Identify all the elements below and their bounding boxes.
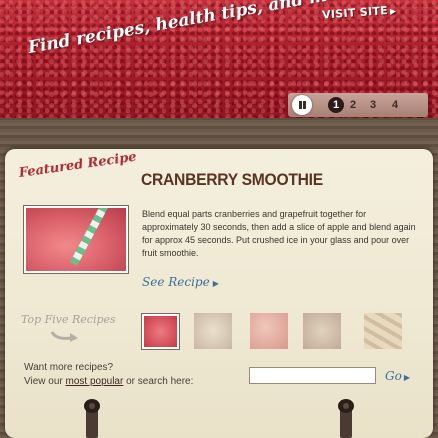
slide-pager: 1 2 3 4: [288, 93, 428, 117]
triangle-right-icon: ▶: [403, 373, 410, 382]
recipe-photo[interactable]: [23, 205, 129, 274]
more-recipes-question: Want more recipes?: [24, 362, 114, 373]
pause-icon[interactable]: [292, 95, 312, 115]
page-4-button[interactable]: 4: [387, 97, 403, 113]
cranberry-banner: Find recipes, health tips, and more VISI…: [0, 0, 438, 126]
go-label: Go: [385, 369, 402, 383]
more-recipes-text: Want more recipes? View our most popular…: [24, 361, 193, 389]
see-recipe-link[interactable]: See Recipe ▶: [142, 275, 219, 289]
go-button[interactable]: Go ▶: [385, 369, 410, 383]
dish-thumb-image: [303, 313, 341, 349]
banner-tagline: Find recipes, health tips, and more: [26, 0, 359, 58]
visit-site-link[interactable]: VISIT SITE▶: [321, 3, 397, 22]
top-recipe-thumb-3[interactable]: [250, 313, 288, 349]
see-recipe-label: See Recipe: [142, 275, 210, 289]
straw-graphic: [70, 208, 110, 266]
search-prefix: or search here:: [123, 376, 194, 387]
triangle-right-icon: ▶: [212, 279, 219, 288]
most-popular-link[interactable]: most popular: [66, 376, 124, 387]
recipe-description: Blend equal parts cranberries and grapef…: [142, 209, 416, 258]
binder-ring-icon: [338, 399, 354, 438]
top-recipe-thumb-2[interactable]: [194, 313, 232, 349]
more-recipes-line: View our most popular or search here:: [24, 375, 193, 389]
bars-thumb-image: [364, 313, 402, 349]
binder-ring-icon: [84, 399, 100, 438]
top-five-label: Top Five Recipes: [21, 313, 116, 326]
curved-arrow-icon: [50, 331, 78, 342]
page-3-button[interactable]: 3: [365, 97, 381, 113]
recipe-card: [5, 149, 433, 438]
view-prefix: View our: [24, 376, 66, 387]
top-recipe-thumb-4[interactable]: [303, 313, 341, 349]
recipe-title: CRANBERRY SMOOTHIE: [141, 170, 323, 189]
tea-thumb-image: [250, 313, 288, 349]
search-input[interactable]: [249, 367, 376, 384]
page-2-button[interactable]: 2: [345, 97, 361, 113]
visit-site-label: VISIT SITE: [321, 4, 389, 22]
sauce-thumb-image: [194, 313, 232, 349]
smoothie-thumb-image: [144, 316, 177, 347]
top-recipe-thumb-5[interactable]: [364, 313, 402, 349]
recipe-widget: Find recipes, health tips, and more VISI…: [0, 0, 438, 438]
smoothie-image: [26, 208, 126, 271]
top-recipe-thumb-1[interactable]: [141, 313, 180, 350]
page-1-button[interactable]: 1: [328, 97, 344, 113]
triangle-right-icon: ▶: [389, 6, 397, 16]
